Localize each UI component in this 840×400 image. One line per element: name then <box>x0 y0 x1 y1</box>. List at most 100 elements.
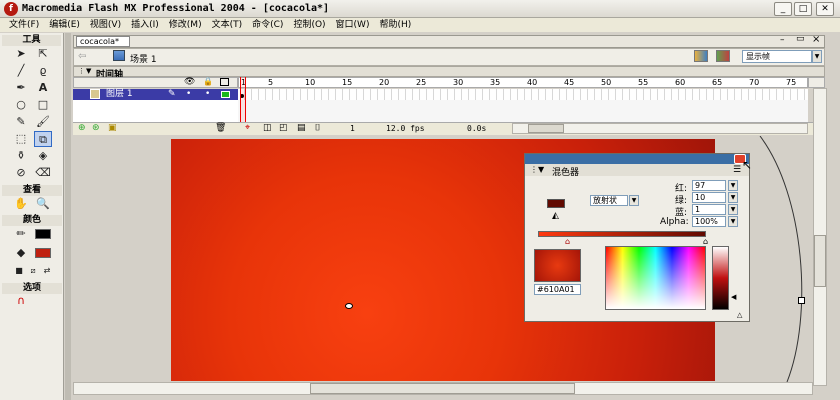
lasso-tool-icon[interactable]: ϱ <box>34 63 52 79</box>
edit-multiple-frames-icon[interactable]: ▤ <box>297 123 306 133</box>
minimize-button[interactable]: _ <box>774 2 792 16</box>
chevron-down-icon[interactable]: ▼ <box>629 195 639 206</box>
add-layer-icon[interactable]: ⊕ <box>78 123 86 133</box>
onion-outline-icon[interactable]: ◰ <box>279 123 288 133</box>
document-tab[interactable]: cocacola* <box>76 36 130 47</box>
expand-icon[interactable]: △ <box>737 311 742 319</box>
alpha-input[interactable]: 100% <box>692 216 726 227</box>
ruler-tick: 5 <box>268 78 274 87</box>
fill-swatch[interactable] <box>547 199 565 208</box>
line-tool-icon[interactable]: ╱ <box>12 63 30 79</box>
timeline-scroll-thumb[interactable] <box>528 124 564 133</box>
gradient-pointer-right[interactable]: ⌂ <box>703 237 708 246</box>
menu-commands[interactable]: 命令(C) <box>249 18 290 32</box>
stroke-color-swatch[interactable] <box>35 229 51 239</box>
pencil-tool-icon[interactable]: ✎ <box>12 114 30 130</box>
scene-name[interactable]: 场景 1 <box>130 52 157 65</box>
blue-input[interactable]: 1 <box>692 204 726 215</box>
oval-tool-icon[interactable]: ○ <box>12 97 30 113</box>
gradient-bar[interactable] <box>538 231 706 237</box>
hex-input[interactable]: #610A01 <box>534 284 581 295</box>
hscroll-thumb[interactable] <box>310 383 575 394</box>
gradient-size-handle[interactable] <box>798 297 805 304</box>
paint-bucket-tool-icon[interactable]: ◈ <box>34 148 52 164</box>
fill-color-icon[interactable]: ◆ <box>12 245 30 261</box>
trash-icon[interactable]: 🗑 <box>215 123 226 133</box>
text-tool-icon[interactable]: A <box>34 80 52 96</box>
chevron-down-icon[interactable]: ▼ <box>728 216 738 227</box>
arrow-tool-icon[interactable]: ➤ <box>12 46 30 62</box>
layer-color-box[interactable] <box>221 91 230 98</box>
maximize-button[interactable]: □ <box>794 2 812 16</box>
lock-icon[interactable]: 🔒 <box>203 77 213 86</box>
timeline-ruler[interactable]: 1 5 10 15 20 25 30 35 40 45 50 55 60 65 … <box>238 77 808 88</box>
menu-insert[interactable]: 插入(I) <box>128 18 166 32</box>
options-header: 选项 <box>2 283 62 294</box>
menu-window[interactable]: 窗口(W) <box>333 18 377 32</box>
collapse-arrow-icon[interactable]: ⋮▼ <box>530 165 544 174</box>
center-frame-icon[interactable]: ⌖ <box>245 123 250 133</box>
lock-dot-icon[interactable]: • <box>205 89 210 99</box>
doc-restore-button[interactable]: ▭ <box>796 34 805 44</box>
menu-modify[interactable]: 修改(M) <box>166 18 209 32</box>
pencil-edit-icon: ✎ <box>168 89 176 99</box>
add-folder-icon[interactable]: ▣ <box>108 123 117 133</box>
ruler-tick: 10 <box>305 78 316 87</box>
eye-icon[interactable]: 👁 <box>184 77 195 87</box>
chevron-down-icon[interactable]: ▼ <box>728 192 738 203</box>
fill-type-select[interactable]: 放射状 <box>590 195 628 206</box>
menu-edit[interactable]: 编辑(E) <box>46 18 87 32</box>
fill-color-swatch[interactable] <box>35 248 51 258</box>
chevron-down-icon[interactable]: ▼ <box>812 50 822 63</box>
doc-minimize-button[interactable]: – <box>780 35 785 45</box>
fill-transform-tool-icon[interactable]: ⧉ <box>34 131 52 147</box>
add-guide-layer-icon[interactable]: ⊛ <box>92 123 100 133</box>
panel-menu-icon[interactable]: ☰ <box>733 165 741 175</box>
timeline-options-icon[interactable] <box>808 77 825 88</box>
layer-name[interactable]: 图层 1 <box>106 89 133 100</box>
brightness-slider[interactable] <box>712 246 729 310</box>
rectangle-tool-icon[interactable]: □ <box>34 97 52 113</box>
hand-tool-icon[interactable]: ✋ <box>12 196 30 212</box>
pen-tool-icon[interactable]: ✒ <box>12 80 30 96</box>
chevron-down-icon[interactable]: ▼ <box>728 204 738 215</box>
brightness-pointer-icon[interactable]: ◀ <box>731 293 736 301</box>
onion-markers-icon[interactable]: ⌷ <box>315 123 320 133</box>
chevron-down-icon[interactable]: ▼ <box>728 180 738 191</box>
layer-header <box>73 77 238 88</box>
onion-skin-icon[interactable]: ◫ <box>263 123 272 133</box>
collapse-arrow-icon[interactable]: ▼ <box>86 67 91 75</box>
menu-file[interactable]: 文件(F) <box>6 18 46 32</box>
subselect-tool-icon[interactable]: ⇱ <box>34 46 52 62</box>
edit-scene-icon[interactable] <box>694 50 708 62</box>
eyedropper-tool-icon[interactable]: ⊘ <box>12 165 30 181</box>
doc-close-button[interactable]: × <box>812 34 820 45</box>
frames-row[interactable] <box>238 89 808 100</box>
color-spectrum[interactable] <box>605 246 706 310</box>
outline-icon[interactable] <box>220 78 229 86</box>
stroke-color-icon[interactable]: ✏ <box>12 226 30 242</box>
menu-help[interactable]: 帮助(H) <box>376 18 418 32</box>
swap-colors-icon[interactable]: ⇄ <box>38 263 56 279</box>
green-input[interactable]: 10 <box>692 192 726 203</box>
menu-view[interactable]: 视图(V) <box>87 18 128 32</box>
vscroll-thumb[interactable] <box>814 235 826 287</box>
zoom-select[interactable]: 显示帧 <box>742 50 812 63</box>
menu-text[interactable]: 文本(T) <box>209 18 250 32</box>
ink-bottle-tool-icon[interactable]: ⚱ <box>12 148 30 164</box>
timeline-header[interactable] <box>73 66 825 77</box>
eraser-tool-icon[interactable]: ⌫ <box>34 165 52 181</box>
edit-symbols-icon[interactable] <box>716 50 730 62</box>
brush-tool-icon[interactable]: 🖌 <box>34 114 52 130</box>
visibility-dot-icon[interactable]: • <box>186 89 191 99</box>
close-button[interactable]: ✕ <box>816 2 834 16</box>
red-input[interactable]: 97 <box>692 180 726 191</box>
free-transform-tool-icon[interactable]: ⬚ <box>12 131 30 147</box>
gradient-center-handle[interactable] <box>345 303 353 309</box>
zoom-tool-icon[interactable]: 🔍 <box>34 196 52 212</box>
snap-magnet-icon[interactable]: ∩ <box>12 293 30 309</box>
menu-control[interactable]: 控制(O) <box>290 18 332 32</box>
gradient-pointer-left[interactable]: ⌂ <box>565 237 570 246</box>
mixer-drag-bar[interactable] <box>525 154 749 164</box>
back-arrow-icon[interactable]: ⇦ <box>78 51 86 62</box>
